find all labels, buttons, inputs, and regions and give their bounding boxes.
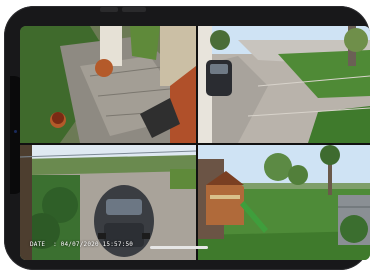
- timestamp-overlay: DATE : 04/07/2020 15:57:50: [30, 241, 133, 248]
- street-side-camera-icon: [198, 26, 370, 143]
- backyard-camera-icon: [198, 145, 370, 260]
- camera-feed-front-porch[interactable]: [20, 26, 196, 143]
- camera-feed-backyard[interactable]: [198, 145, 370, 260]
- date-value: : 04/07/2020 15:57:50: [53, 241, 134, 248]
- front-porch-camera-icon: [20, 26, 196, 143]
- camera-feed-driveway[interactable]: DATE : 04/07/2020 15:57:50: [20, 145, 196, 260]
- home-indicator[interactable]: [150, 246, 208, 249]
- power-button: [122, 7, 146, 12]
- camera-grid: DATE : 04/07/2020 15:57:50: [20, 26, 370, 260]
- date-label: DATE: [30, 241, 46, 248]
- volume-button: [100, 7, 118, 12]
- camera-feed-street-side[interactable]: [198, 26, 370, 143]
- front-camera-icon: [14, 130, 17, 133]
